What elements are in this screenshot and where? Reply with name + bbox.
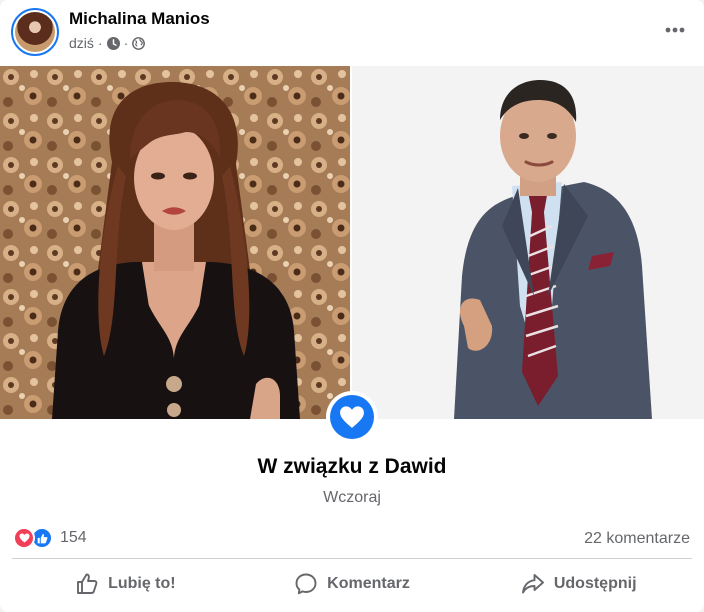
comment-button-label: Komentarz [327,575,410,592]
reactions-summary[interactable]: 154 [13,527,87,549]
post-actions: Lubię to! Komentarz Udostępnij [12,562,692,606]
life-event-date: Wczoraj [323,489,381,506]
photo-woman[interactable] [0,66,350,419]
reactions-count: 154 [60,529,87,546]
comment-bubble-icon [294,572,318,596]
life-event-title[interactable]: W związku z Dawid [0,455,704,479]
post-card: Michalina Manios dziś · · W związku z Da… [0,0,704,612]
post-header: Michalina Manios dziś · · [0,0,704,66]
meta-separator: · [97,35,103,51]
comment-button[interactable]: Komentarz [239,562,466,606]
share-button-label: Udostępnij [553,575,637,592]
author-avatar[interactable] [11,8,59,56]
thumbs-up-icon [75,572,99,596]
like-button-label: Lubię to! [108,575,176,592]
share-button[interactable]: Udostępnij [465,562,692,606]
more-options-button[interactable] [660,14,690,44]
author-name[interactable]: Michalina Manios [69,9,210,29]
comments-count[interactable]: 22 komentarze [584,530,690,548]
avatar-photo [15,12,55,52]
share-arrow-icon [521,572,545,596]
post-time[interactable]: dziś [69,35,94,51]
relationship-heart-badge [326,391,378,443]
love-reaction-icon [13,527,35,549]
globe-icon[interactable] [132,36,146,50]
photo-man[interactable] [352,66,704,419]
actions-divider [12,558,692,559]
heart-icon [330,395,374,439]
clock-icon [106,36,120,50]
more-options-icon [665,20,685,38]
post-meta: dziś · · [69,35,146,51]
like-button[interactable]: Lubię to! [12,562,239,606]
meta-separator: · [123,35,129,51]
relationship-photos [0,66,704,419]
